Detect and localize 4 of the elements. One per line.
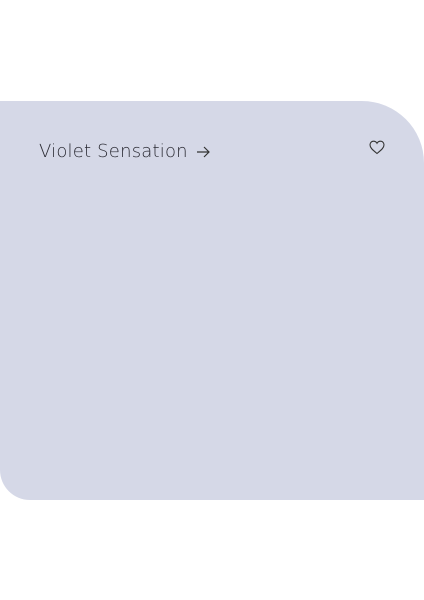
arrow-right-icon xyxy=(196,146,210,158)
heart-icon xyxy=(369,140,385,155)
color-name-link[interactable]: Violet Sensation xyxy=(39,141,210,162)
favorite-button[interactable] xyxy=(369,140,385,155)
